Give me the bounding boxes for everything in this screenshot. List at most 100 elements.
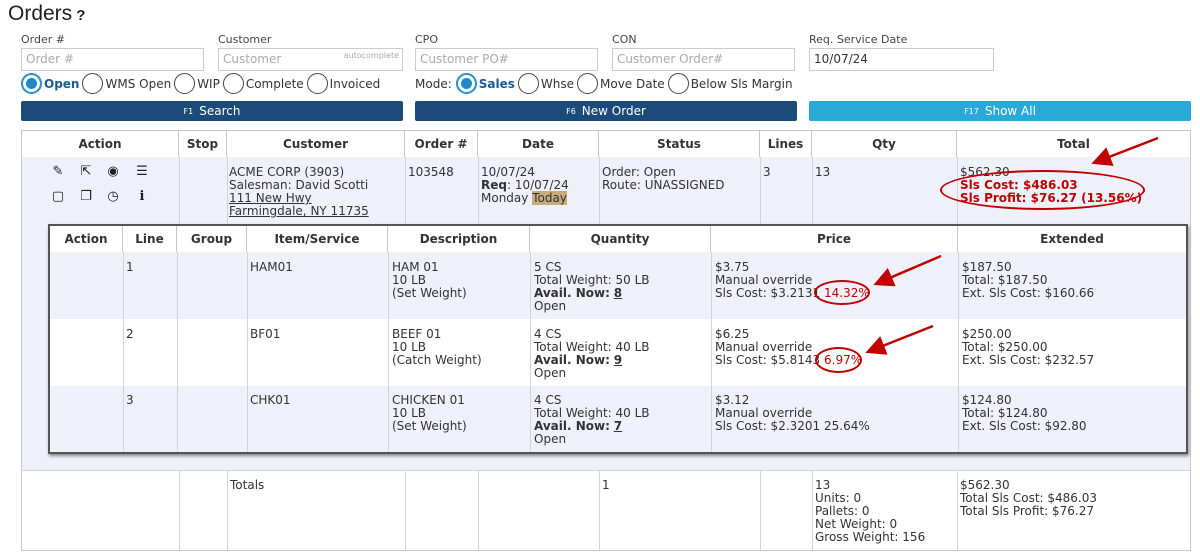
line-quantity: 4 CS Total Weight: 40 LB Avail. Now: 7 Open bbox=[534, 393, 650, 446]
line-col-extended[interactable]: Extended bbox=[958, 226, 1186, 252]
col-header-date[interactable]: Date bbox=[478, 131, 599, 157]
today-badge: Today bbox=[532, 191, 567, 205]
col-header-qty[interactable]: Qty bbox=[812, 131, 957, 157]
line-col-line[interactable]: Line bbox=[123, 226, 177, 252]
copy-icon[interactable]: ❐ bbox=[79, 190, 93, 204]
mode-label: Mode: bbox=[415, 76, 452, 91]
search-button[interactable]: F1 Search bbox=[21, 101, 403, 121]
radio-icon[interactable] bbox=[306, 73, 328, 94]
line-col-item[interactable]: Item/Service bbox=[247, 226, 388, 252]
customer-label: Customer bbox=[218, 33, 272, 46]
line-number: 1 bbox=[126, 260, 134, 274]
service-date-label: Req. Service Date bbox=[809, 33, 908, 46]
line-description: HAM 01 10 LB (Set Weight) bbox=[392, 260, 467, 300]
service-date-filter: Req. Service Date 10/07/24 bbox=[809, 33, 994, 71]
col-header-status[interactable]: Status bbox=[599, 131, 760, 157]
radio-complete[interactable]: Complete bbox=[222, 73, 304, 94]
line-col-group[interactable]: Group bbox=[177, 226, 247, 252]
order-number-filter: Order # Order # bbox=[21, 33, 204, 71]
totals-label: Totals bbox=[230, 478, 265, 492]
city-link[interactable]: Farmingdale, NY 11735 bbox=[229, 205, 369, 218]
info-icon[interactable]: i bbox=[135, 190, 149, 204]
order-lines-cell: 3 bbox=[763, 165, 771, 179]
con-input[interactable]: Customer Order# bbox=[612, 48, 795, 71]
annotation-oval bbox=[940, 170, 1145, 210]
line-description: CHICKEN 01 10 LB (Set Weight) bbox=[392, 393, 467, 433]
share-icon[interactable]: ⇱ bbox=[79, 165, 93, 179]
eye-icon[interactable]: ◉ bbox=[106, 165, 120, 179]
line-col-action[interactable]: Action bbox=[50, 226, 123, 252]
customer-input[interactable]: Customer autocomplete bbox=[218, 48, 403, 71]
radio-selected-icon[interactable] bbox=[21, 73, 42, 94]
radio-icon[interactable] bbox=[222, 73, 244, 94]
help-icon[interactable]: ? bbox=[76, 7, 85, 24]
line-extended: $250.00 Total: $250.00 Ext. Sls Cost: $232… bbox=[962, 327, 1095, 367]
service-date-input[interactable]: 10/07/24 bbox=[809, 48, 994, 71]
new-order-button[interactable]: F6 New Order bbox=[415, 101, 797, 121]
line-quantity: 5 CS Total Weight: 50 LB Avail. Now: 8 Open bbox=[534, 260, 650, 313]
line-item[interactable]: BF01 bbox=[250, 328, 280, 341]
radio-wip[interactable]: WIP bbox=[174, 73, 220, 94]
order-customer-cell: ACME CORP (3903) Salesman: David Scotti … bbox=[229, 165, 369, 218]
status-radio-group: Open WMS Open WIP Complete Invoiced bbox=[21, 73, 383, 94]
order-number-input[interactable]: Order # bbox=[21, 48, 204, 71]
col-header-stop[interactable]: Stop bbox=[179, 131, 227, 157]
line-item[interactable]: HAM01 bbox=[250, 261, 293, 274]
autocomplete-hint: autocomplete bbox=[343, 51, 399, 60]
radio-icon[interactable] bbox=[667, 73, 689, 94]
page-title: Orders? bbox=[8, 2, 86, 25]
mode-radio-sales[interactable]: Sales bbox=[455, 73, 515, 94]
line-col-quantity[interactable]: Quantity bbox=[530, 226, 711, 252]
radio-icon[interactable] bbox=[517, 73, 539, 94]
line-col-description[interactable]: Description bbox=[388, 226, 530, 252]
line-number: 2 bbox=[126, 327, 134, 341]
edit-icon[interactable]: ✎ bbox=[51, 165, 65, 179]
totals-status-count: 1 bbox=[602, 478, 610, 492]
col-header-total[interactable]: Total bbox=[957, 131, 1190, 157]
totals-qty: 13 Units: 0 Pallets: 0 Net Weight: 0 Gross W… bbox=[815, 478, 926, 544]
clock-icon[interactable]: ◷ bbox=[106, 190, 120, 204]
mode-radio-group: Mode: Sales Whse Move Date Below Sls Mar… bbox=[415, 73, 796, 94]
cpo-filter: CPO Customer PO# bbox=[415, 33, 598, 71]
note-icon[interactable]: ▢ bbox=[51, 190, 65, 204]
radio-wms-open[interactable]: WMS Open bbox=[82, 73, 171, 94]
order-status-cell: Order: Open Route: UNASSIGNED bbox=[602, 165, 725, 192]
show-all-button[interactable]: F17 Show All bbox=[809, 101, 1191, 121]
mode-radio-below-margin[interactable]: Below Sls Margin bbox=[667, 73, 793, 94]
radio-open[interactable]: Open bbox=[21, 73, 79, 94]
cpo-input[interactable]: Customer PO# bbox=[415, 48, 598, 71]
line-quantity: 4 CS Total Weight: 40 LB Avail. Now: 9 Open bbox=[534, 327, 650, 380]
radio-invoiced[interactable]: Invoiced bbox=[306, 73, 380, 94]
line-extended: $124.80 Total: $124.80 Ext. Sls Cost: $92.… bbox=[962, 393, 1087, 433]
mode-radio-move-date[interactable]: Move Date bbox=[577, 73, 665, 94]
line-extended: $187.50 Total: $187.50 Ext. Sls Cost: $160… bbox=[962, 260, 1095, 300]
order-number-cell[interactable]: 103548 bbox=[408, 166, 454, 179]
radio-selected-icon[interactable] bbox=[455, 73, 477, 94]
col-header-customer[interactable]: Customer bbox=[227, 131, 405, 157]
margin-text: 25.64% bbox=[824, 419, 870, 433]
radio-icon[interactable] bbox=[82, 73, 104, 94]
con-label: CON bbox=[612, 33, 637, 46]
cpo-label: CPO bbox=[415, 33, 438, 46]
col-header-lines[interactable]: Lines bbox=[760, 131, 812, 157]
order-date-cell: 10/07/24 Req: 10/07/24 Monday Today bbox=[481, 165, 569, 205]
totals-amount: $562.30 Total Sls Cost: $486.03 Total Sls … bbox=[960, 478, 1098, 518]
customer-filter: Customer Customer autocomplete bbox=[218, 33, 403, 71]
line-price: $3.12 Manual override Sls Cost: $2.3201 25… bbox=[715, 393, 870, 433]
list-icon[interactable]: ☰ bbox=[135, 165, 149, 179]
con-filter: CON Customer Order# bbox=[612, 33, 795, 71]
radio-icon[interactable] bbox=[174, 73, 196, 94]
annotation-oval bbox=[814, 280, 870, 305]
line-col-price[interactable]: Price bbox=[711, 226, 958, 252]
annotation-oval bbox=[815, 347, 862, 373]
line-description: BEEF 01 10 LB (Catch Weight) bbox=[392, 327, 482, 367]
radio-icon[interactable] bbox=[577, 73, 598, 94]
order-qty-cell: 13 bbox=[815, 165, 831, 179]
order-number-label: Order # bbox=[21, 33, 65, 46]
mode-radio-whse[interactable]: Whse bbox=[517, 73, 574, 94]
line-items-table: Action Line Group Item/Service Descripti… bbox=[48, 224, 1188, 454]
line-number: 3 bbox=[126, 393, 134, 407]
col-header-action[interactable]: Action bbox=[22, 131, 179, 157]
col-header-order[interactable]: Order # bbox=[405, 131, 478, 157]
line-item[interactable]: CHK01 bbox=[250, 394, 291, 407]
